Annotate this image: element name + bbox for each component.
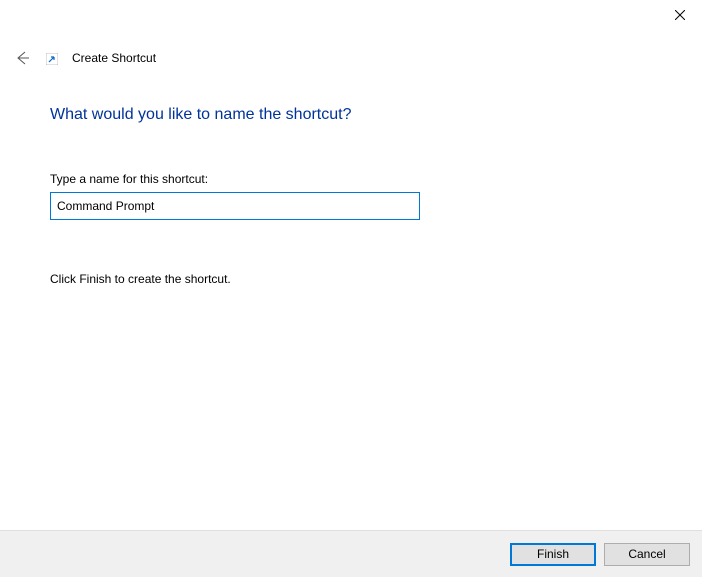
close-button[interactable] (657, 0, 702, 30)
wizard-header: Create Shortcut (0, 30, 702, 68)
back-button[interactable] (12, 48, 32, 68)
content-area: What would you like to name the shortcut… (0, 68, 702, 286)
titlebar (0, 0, 702, 30)
back-arrow-icon (14, 50, 30, 66)
finish-hint: Click Finish to create the shortcut. (50, 272, 652, 286)
footer-bar: Finish Cancel (0, 530, 702, 577)
finish-button[interactable]: Finish (510, 543, 596, 566)
close-icon (675, 10, 685, 20)
wizard-title: Create Shortcut (72, 51, 156, 65)
name-label: Type a name for this shortcut: (50, 172, 652, 186)
shortcut-icon (46, 53, 58, 65)
cancel-button[interactable]: Cancel (604, 543, 690, 566)
shortcut-name-input[interactable] (50, 192, 420, 220)
page-heading: What would you like to name the shortcut… (50, 106, 652, 124)
